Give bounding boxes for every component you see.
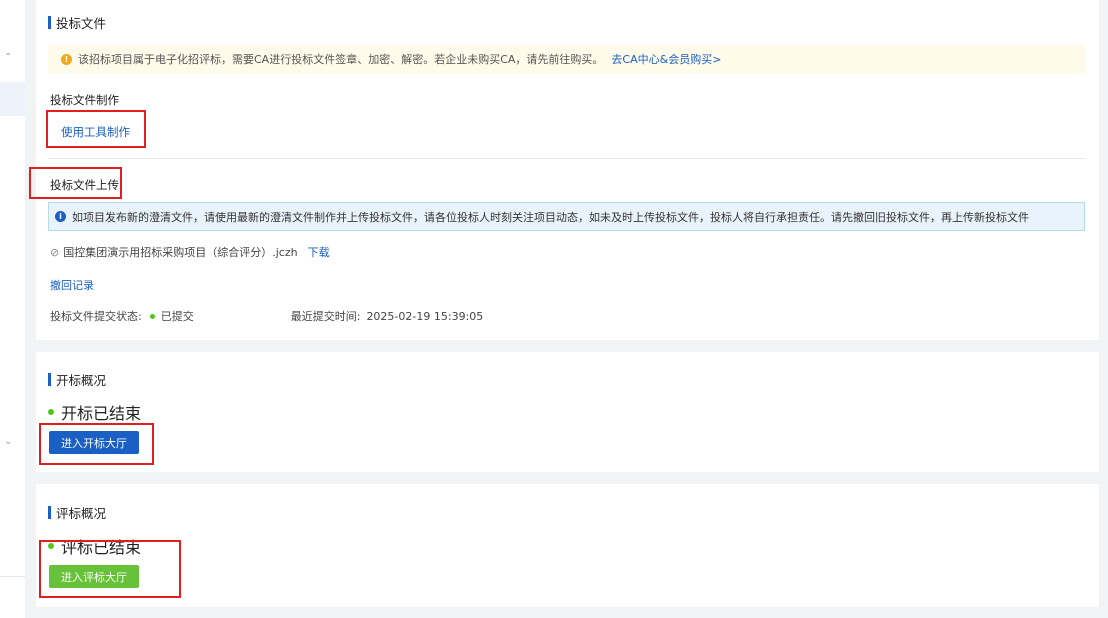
- submit-status-label: 投标文件提交状态:: [50, 310, 142, 323]
- sidebar-divider: [0, 576, 25, 577]
- bid-file-make-title: 投标文件制作: [50, 93, 119, 107]
- bid-file-panel: 投标文件 ! 该招标项目属于电子化招评标，需要CA进行投标文件签章、加密、解密。…: [36, 0, 1099, 340]
- ca-purchase-link[interactable]: 去CA中心&会员购买>: [611, 51, 721, 67]
- bid-opening-panel: 开标概况 开标已结束 进入开标大厅: [36, 352, 1099, 472]
- status-dot-icon: [149, 313, 155, 319]
- opening-title-text: 开标概况: [56, 373, 107, 388]
- title-accent-bar: [48, 16, 51, 29]
- download-link[interactable]: 下载: [308, 244, 330, 260]
- uploaded-file-row: ⊘ 国控集团演示用招标采购项目（综合评分）.jczh 下载: [50, 244, 330, 260]
- withdraw-record-link[interactable]: 撤回记录: [50, 277, 94, 293]
- submit-status-value: 已提交: [160, 310, 194, 323]
- opening-title: 开标概况: [48, 370, 106, 389]
- highlight-box: [46, 110, 146, 148]
- bid-file-title-text: 投标文件: [56, 16, 107, 31]
- title-accent-bar: [48, 373, 51, 386]
- bid-file-title: 投标文件: [48, 13, 106, 32]
- chevron-up-icon[interactable]: ⌃: [4, 52, 12, 63]
- opening-status: 开标已结束: [48, 400, 141, 424]
- ca-warning-alert: ! 该招标项目属于电子化招评标，需要CA进行投标文件签章、加密、解密。若企业未购…: [48, 45, 1085, 73]
- chevron-down-icon[interactable]: ⌄: [4, 436, 12, 447]
- clarification-info-alert: i 如项目发布新的澄清文件，请使用最新的澄清文件制作并上传投标文件，请各位投标人…: [48, 202, 1085, 231]
- warning-circle-icon: !: [61, 53, 72, 65]
- sidebar-selected-item[interactable]: [0, 82, 25, 116]
- evaluation-title: 评标概况: [48, 503, 106, 522]
- title-accent-bar: [48, 506, 51, 519]
- status-dot-icon: [48, 409, 54, 415]
- submission-status-row: 投标文件提交状态: 已提交 最近提交时间: 2025-02-19 15:39:0…: [50, 308, 483, 324]
- uploaded-file-name: 国控集团演示用招标采购项目（综合评分）.jczh: [63, 246, 298, 259]
- section-divider: [48, 158, 1085, 159]
- clarification-info-text: 如项目发布新的澄清文件，请使用最新的澄清文件制作并上传投标文件，请各位投标人时刻…: [72, 210, 1029, 224]
- last-submit-time-label: 最近提交时间:: [290, 310, 361, 323]
- paperclip-icon: ⊘: [50, 245, 60, 259]
- sidebar: ⌃ ⌄: [0, 0, 25, 618]
- ca-warning-text: 该招标项目属于电子化招评标，需要CA进行投标文件签章、加密、解密。若企业未购买C…: [78, 53, 604, 66]
- highlight-box: [39, 540, 181, 598]
- evaluation-title-text: 评标概况: [56, 506, 107, 521]
- bid-evaluation-panel: 评标概况 评标已结束 进入评标大厅: [36, 484, 1099, 607]
- info-circle-icon: i: [55, 211, 66, 222]
- opening-status-text: 开标已结束: [61, 404, 142, 423]
- highlight-box: [39, 423, 154, 465]
- highlight-box: [29, 167, 122, 199]
- last-submit-time-value: 2025-02-19 15:39:05: [366, 309, 484, 323]
